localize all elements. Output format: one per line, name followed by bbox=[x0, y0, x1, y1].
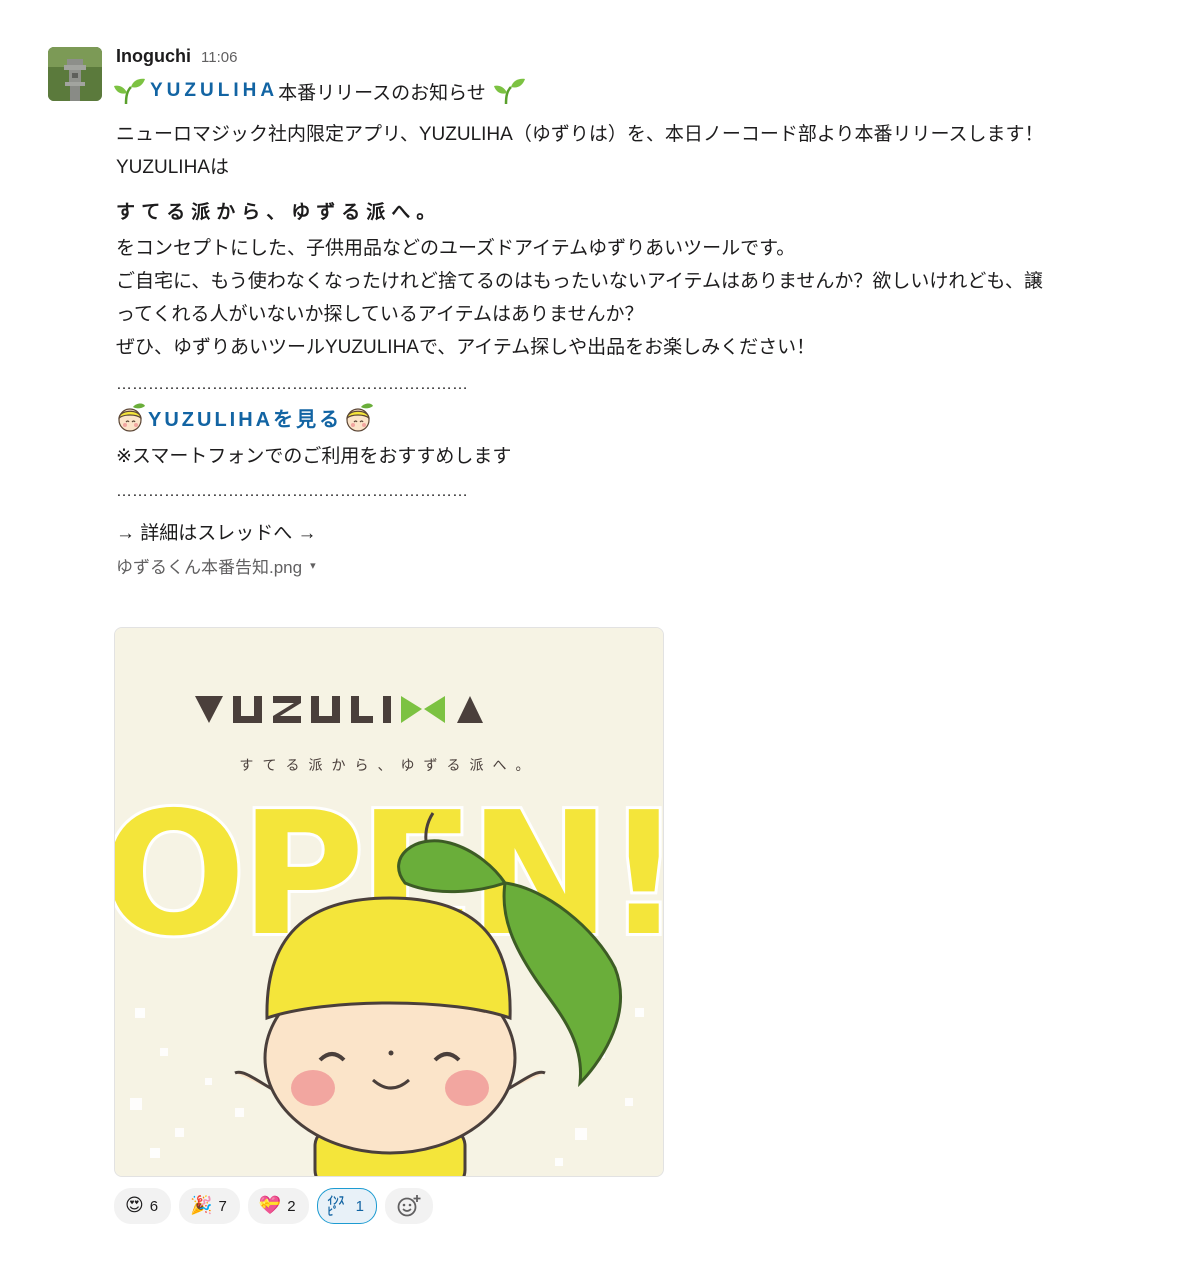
announcement-title: YUZULIHA 本番リリースのお知らせ bbox=[112, 74, 1166, 108]
file-name-toggle[interactable]: ゆずるくん本番告知.png ▾ bbox=[116, 552, 1166, 578]
yuzuru-face-icon bbox=[118, 403, 145, 432]
reaction-count: 6 bbox=[149, 1197, 159, 1215]
author-name[interactable]: Inoguchi bbox=[116, 46, 191, 67]
app-link[interactable]: YUZULIHAを見る bbox=[148, 403, 342, 432]
note-text: ※スマートフォンでのご利用をおすすめします bbox=[116, 446, 512, 467]
body-text-line: をコンセプトにした、子供用品などのユーズドアイテムゆずりあいツールです。 bbox=[116, 238, 796, 259]
timestamp[interactable]: 11:06 bbox=[201, 49, 237, 66]
attachment-image[interactable]: すてる派から、ゆずる派へ。 OPEN! bbox=[114, 627, 664, 1177]
inspi-emoji-icon: ｲﾝｽﾋﾟ bbox=[327, 1194, 345, 1218]
reaction-heart-eyes[interactable]: 😍 6 bbox=[114, 1188, 172, 1224]
divider-dots: ………………………………………………………… bbox=[116, 376, 468, 393]
reaction-bar: 😍 6 🎉 7 💝 2 ｲﾝｽﾋﾟ 1 bbox=[114, 1188, 433, 1224]
reaction-inspi[interactable]: ｲﾝｽﾋﾟ 1 bbox=[316, 1188, 377, 1224]
add-reaction-button[interactable] bbox=[384, 1188, 433, 1224]
message: Inoguchi 11:06 YUZULIHA 本番リリースのお知らせ ニューロ… bbox=[114, 46, 1166, 578]
title-text: 本番リリースのお知らせ bbox=[278, 82, 486, 104]
add-reaction-icon bbox=[397, 1195, 421, 1217]
tagline-text: すてる派から、ゆずる派へ。 bbox=[239, 758, 538, 774]
title-brand: YUZULIHA bbox=[150, 80, 279, 101]
party-popper-emoji-icon: 🎉 bbox=[190, 1195, 213, 1216]
reaction-count: 1 bbox=[355, 1197, 364, 1215]
reaction-count: 2 bbox=[287, 1197, 296, 1215]
divider-dots: ………………………………………………………… bbox=[116, 483, 468, 500]
reaction-party-popper[interactable]: 🎉 7 bbox=[179, 1188, 240, 1224]
body-text-line: ぜひ、ゆずりあいツールYUZULIHAで、アイテム探しや出品をお楽しみください！ bbox=[116, 337, 816, 358]
body-text-line: ご自宅に、もう使わなくなったけれど捨てるのはもったいないアイテムはありませんか？… bbox=[116, 271, 1043, 292]
body-text-line: YUZULIHAは bbox=[116, 157, 229, 178]
reaction-sparkling-heart[interactable]: 💝 2 bbox=[247, 1188, 309, 1224]
body-text-line: ってくれる人がいないか探しているアイテムはありませんか？ bbox=[116, 304, 644, 325]
message-header: Inoguchi 11:06 bbox=[116, 46, 1166, 74]
concept-text: すてる派から、ゆずる派へ。 bbox=[116, 202, 442, 223]
app-link-row: YUZULIHAを見る bbox=[114, 396, 1166, 438]
thread-hint-text: → 詳細はスレッドへ → bbox=[116, 523, 317, 544]
body-text-line: ニューロマジック社内限定アプリ、YUZULIHA（ゆずりは）を、本日ノーコード部… bbox=[116, 124, 1044, 145]
file-name: ゆずるくん本番告知.png bbox=[116, 557, 303, 577]
yuzuru-face-icon bbox=[346, 403, 374, 432]
chevron-down-icon: ▾ bbox=[310, 559, 316, 572]
yuzuliha-logo bbox=[195, 696, 483, 723]
reaction-count: 7 bbox=[218, 1197, 227, 1215]
sparkling-heart-emoji-icon: 💝 bbox=[258, 1195, 282, 1216]
heart-eyes-emoji-icon: 😍 bbox=[125, 1195, 144, 1216]
seedling-icon bbox=[493, 78, 525, 105]
seedling-icon bbox=[114, 78, 145, 105]
user-avatar[interactable] bbox=[48, 47, 102, 101]
